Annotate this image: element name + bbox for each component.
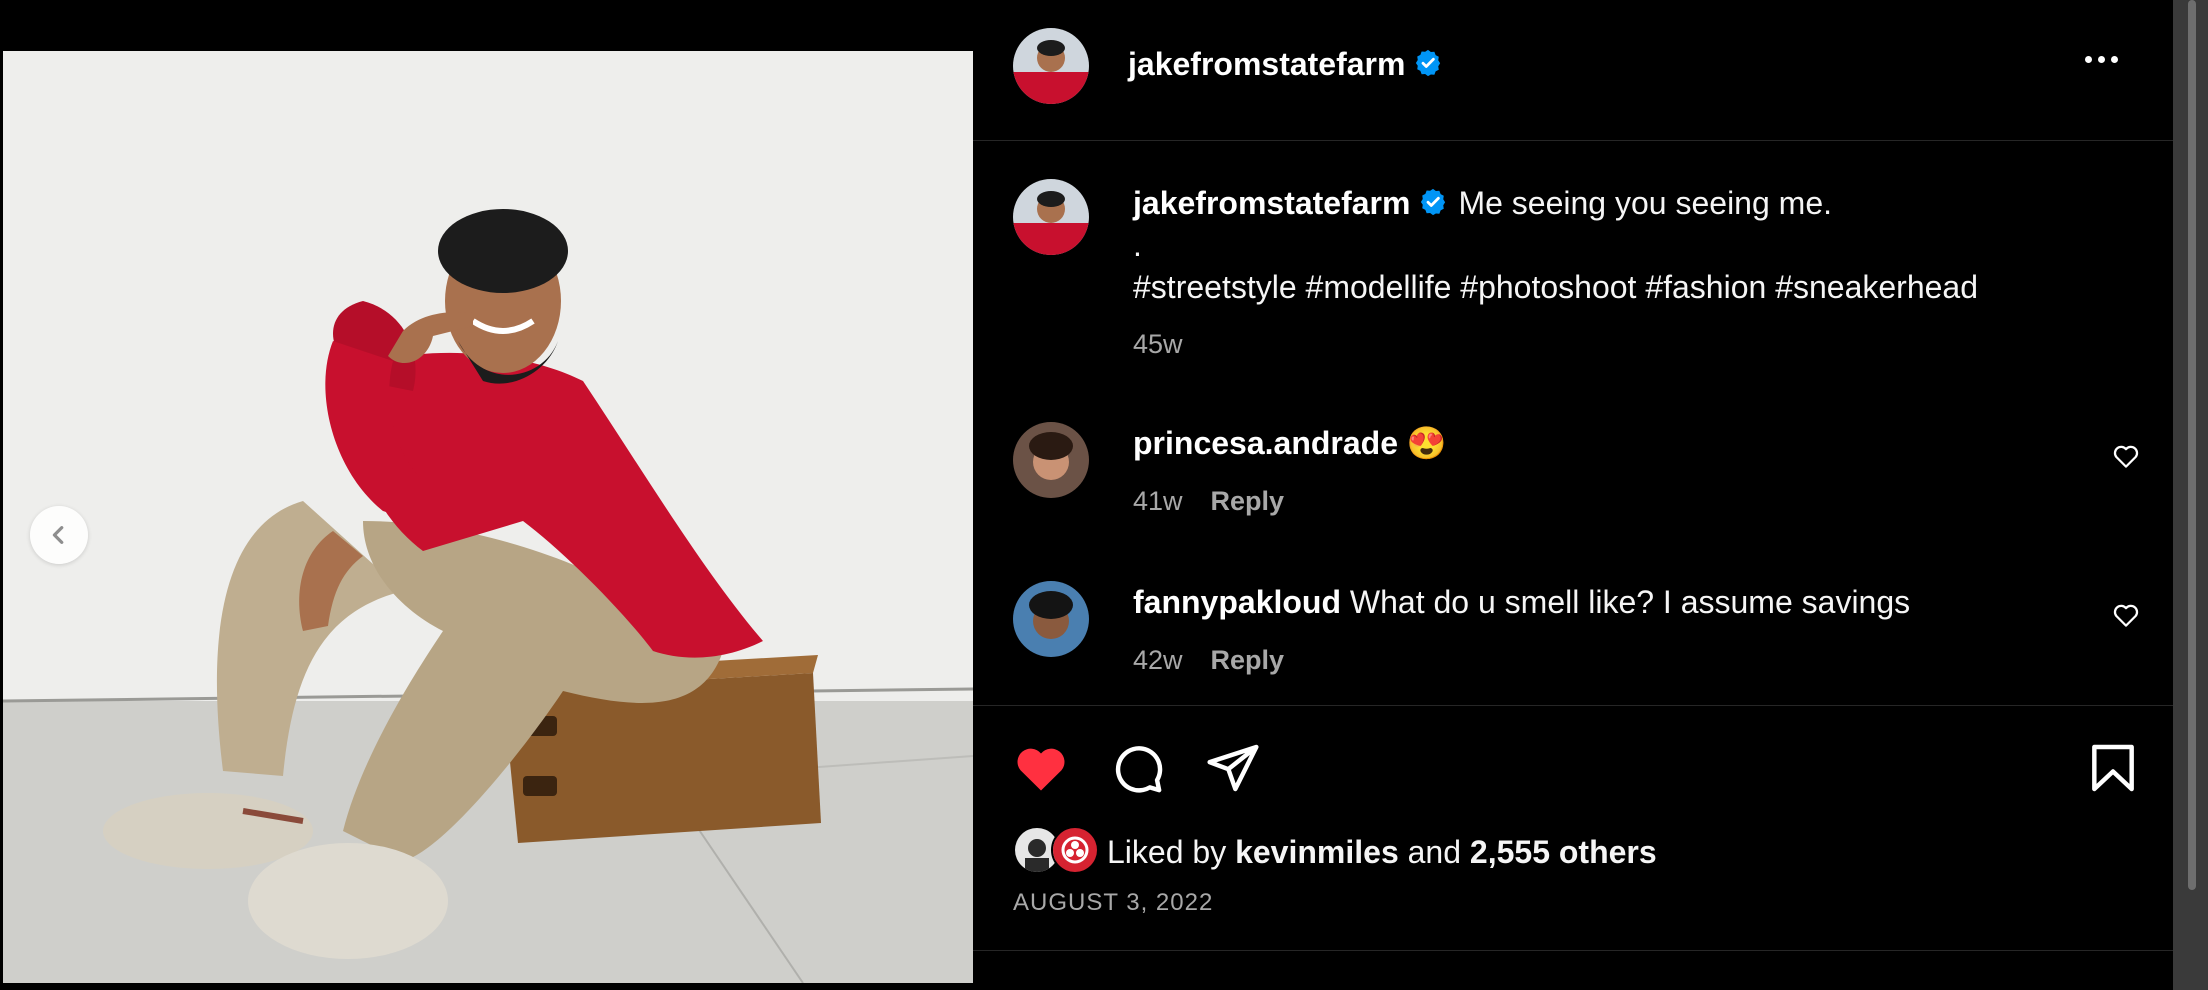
- heart-filled-icon: [1017, 748, 1065, 791]
- save-button[interactable]: [2085, 740, 2141, 801]
- divider: [973, 950, 2173, 951]
- comments-section: jakefromstatefarm Me seeing you seeing m…: [973, 141, 2174, 705]
- caption-age[interactable]: 45w: [1133, 329, 1183, 359]
- chevron-left-icon: [52, 526, 64, 544]
- like-button[interactable]: [1011, 738, 1071, 803]
- likes-text: Liked by kevinmiles and 2,555 others: [1107, 834, 1657, 871]
- comment-line: princesa.andrade 😍: [1133, 423, 1447, 463]
- likes-joiner: and: [1407, 834, 1462, 870]
- heart-outline-icon: [2113, 604, 2139, 627]
- caption-dot: .: [1133, 227, 1142, 263]
- comment-age[interactable]: 42w: [1133, 645, 1183, 675]
- reply-button[interactable]: Reply: [1211, 486, 1285, 516]
- post-header: jakefromstatefarm: [973, 0, 2174, 141]
- author-username[interactable]: jakefromstatefarm: [1128, 46, 1405, 82]
- more-dots-icon: [2111, 56, 2118, 63]
- verified-badge-icon: [1418, 186, 1448, 226]
- like-comment-button[interactable]: [2111, 600, 2141, 635]
- speech-bubble-icon: [1115, 746, 1163, 793]
- previous-photo-button[interactable]: [30, 506, 88, 564]
- author-avatar[interactable]: [1013, 28, 1089, 104]
- verified-badge-icon: [1413, 48, 1443, 86]
- caption-author-avatar[interactable]: [1013, 179, 1089, 255]
- caption-meta: 45w: [1133, 329, 1183, 360]
- liked-by-label: Liked by: [1107, 834, 1227, 870]
- liker-username[interactable]: kevinmiles: [1235, 834, 1399, 870]
- window-scrollbar[interactable]: [2188, 0, 2196, 890]
- post-detail-panel: jakefromstatefarm jakefromstatefarm Me s…: [973, 0, 2174, 990]
- more-dots-icon: [2098, 56, 2105, 63]
- caption-line: jakefromstatefarm Me seeing you seeing m…: [1133, 183, 1832, 226]
- comment-line: fannypakloud What do u smell like? I ass…: [1133, 582, 1910, 622]
- comment-meta: 42w Reply: [1133, 645, 1284, 676]
- top-bar: [0, 0, 973, 51]
- comment-age[interactable]: 41w: [1133, 486, 1183, 516]
- comment-button[interactable]: [1109, 740, 1165, 801]
- paper-plane-icon: [1207, 744, 1259, 792]
- commenter-avatar[interactable]: [1013, 581, 1089, 657]
- commenter-avatar[interactable]: [1013, 422, 1089, 498]
- post-actions: Liked by kevinmiles and 2,555 others AUG…: [973, 705, 2174, 951]
- more-options-button[interactable]: [2085, 56, 2118, 63]
- comment-text: What do u smell like? I assume savings: [1349, 584, 1911, 620]
- share-button[interactable]: [1205, 740, 1261, 801]
- comment-text: 😍: [1406, 425, 1447, 461]
- heart-outline-icon: [2113, 445, 2139, 468]
- more-dots-icon: [2085, 56, 2092, 63]
- caption-hashtags[interactable]: #streetstyle #modellife #photoshoot #fas…: [1133, 267, 1978, 307]
- reply-button[interactable]: Reply: [1211, 645, 1285, 675]
- comment-meta: 41w Reply: [1133, 486, 1284, 517]
- caption-username[interactable]: jakefromstatefarm: [1133, 185, 1410, 221]
- comment-username[interactable]: fannypakloud: [1133, 584, 1341, 620]
- like-comment-button[interactable]: [2111, 441, 2141, 476]
- post-photo: [3, 51, 973, 983]
- likes-count-button[interactable]: 2,555 others: [1470, 834, 1657, 870]
- bookmark-icon: [2092, 744, 2134, 792]
- post-date[interactable]: AUGUST 3, 2022: [1013, 889, 1213, 917]
- caption-text: Me seeing you seeing me.: [1458, 185, 1832, 221]
- liker-avatar[interactable]: [1051, 826, 1099, 874]
- author-username-header[interactable]: jakefromstatefarm: [1128, 46, 1443, 86]
- comment-username[interactable]: princesa.andrade: [1133, 425, 1398, 461]
